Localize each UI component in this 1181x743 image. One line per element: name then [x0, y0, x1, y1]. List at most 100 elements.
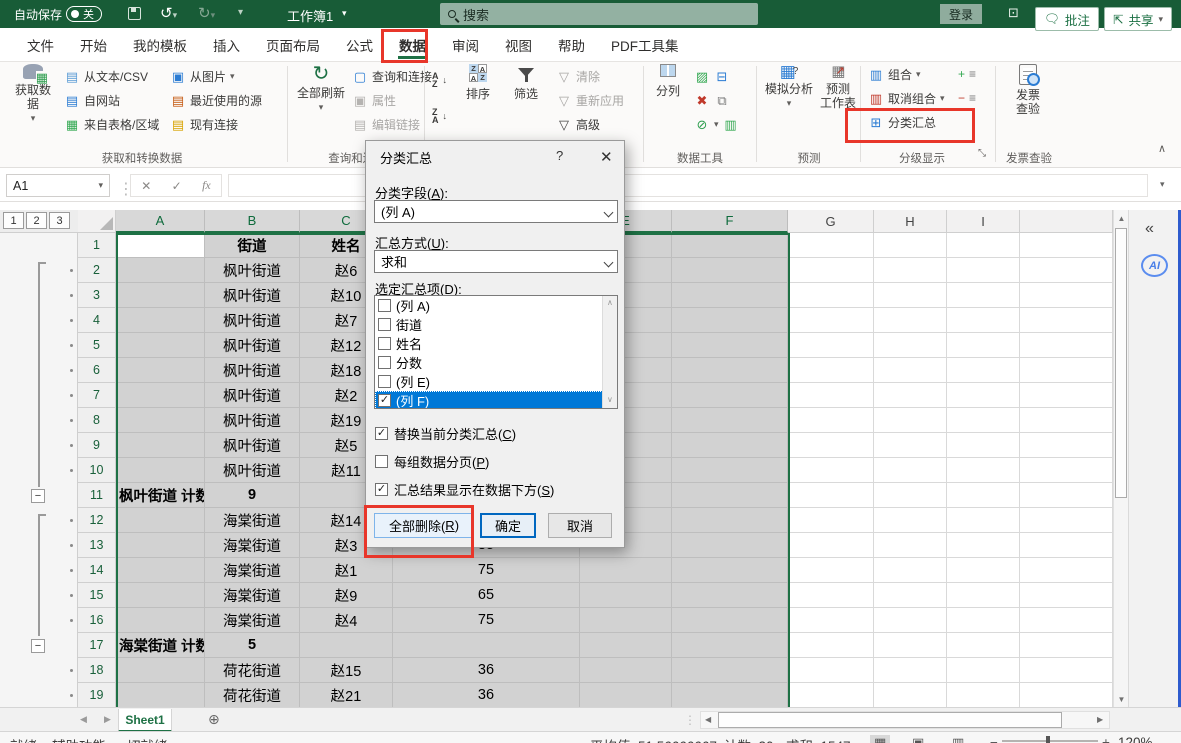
flash-fill-button[interactable]: ▨⊟: [694, 66, 730, 86]
collapse-group-1-button[interactable]: −: [31, 489, 45, 503]
cell-I9[interactable]: [947, 433, 1020, 458]
column-header-H[interactable]: H: [874, 210, 947, 233]
cell-G18[interactable]: [788, 658, 874, 683]
cell-1[interactable]: [1020, 233, 1113, 258]
cell-A3[interactable]: [116, 283, 205, 308]
row-header-11[interactable]: 11: [78, 483, 116, 508]
ok-button[interactable]: 确定: [480, 513, 536, 538]
cell-B4[interactable]: 枫叶街道: [205, 308, 300, 333]
cell-F2[interactable]: [672, 258, 788, 283]
listbox-scrollbar[interactable]: ∧ ∨: [602, 296, 617, 408]
zoom-slider[interactable]: [1002, 740, 1098, 742]
column-header-F[interactable]: F: [672, 210, 788, 233]
cell-E18[interactable]: [580, 658, 672, 683]
cell-A5[interactable]: [116, 333, 205, 358]
cell-A19[interactable]: [116, 683, 205, 707]
cell-C19[interactable]: 赵21: [300, 683, 393, 707]
cell-H1[interactable]: [874, 233, 947, 258]
cell-H8[interactable]: [874, 408, 947, 433]
cell-A12[interactable]: [116, 508, 205, 533]
subtotal-items-listbox[interactable]: (列 A)街道姓名分数(列 E)✓(列 F) ∧ ∨: [374, 295, 618, 409]
row-header-13[interactable]: 13: [78, 533, 116, 558]
horizontal-scroll-thumb[interactable]: [718, 712, 1062, 728]
checkbox-icon[interactable]: [378, 337, 391, 350]
tab-审阅[interactable]: 审阅: [439, 28, 492, 61]
select-all-corner[interactable]: [78, 210, 116, 233]
collapse-ribbon-icon[interactable]: ∧: [1158, 142, 1166, 155]
zoom-slider-thumb[interactable]: [1046, 736, 1050, 743]
existing-connections-button[interactable]: ▤现有连接: [170, 114, 238, 134]
cell-H11[interactable]: [874, 483, 947, 508]
cell-F14[interactable]: [672, 558, 788, 583]
zoom-in-icon[interactable]: +: [1102, 735, 1110, 743]
group-button[interactable]: ▥组合▾: [868, 64, 921, 84]
consolidate-icon[interactable]: ⧉: [714, 93, 730, 108]
outline-level-2[interactable]: 2: [26, 212, 47, 229]
cell-F15[interactable]: [672, 583, 788, 608]
zoom-level[interactable]: 120%: [1118, 735, 1153, 743]
queries-connections-button[interactable]: ▢查询和连接: [352, 66, 432, 86]
cell-E14[interactable]: [580, 558, 672, 583]
cell-I18[interactable]: [947, 658, 1020, 683]
collapse-group-2-button[interactable]: −: [31, 639, 45, 653]
checkbox-icon[interactable]: [375, 455, 388, 468]
cell-A15[interactable]: [116, 583, 205, 608]
row-header-1[interactable]: 1: [78, 233, 116, 258]
cell-I8[interactable]: [947, 408, 1020, 433]
row-header-15[interactable]: 15: [78, 583, 116, 608]
cell-B7[interactable]: 枫叶街道: [205, 383, 300, 408]
cell-G1[interactable]: [788, 233, 874, 258]
cell-E16[interactable]: [580, 608, 672, 633]
autosave-toggle[interactable]: 关: [66, 6, 102, 22]
cell-B10[interactable]: 枫叶街道: [205, 458, 300, 483]
tab-开始[interactable]: 开始: [67, 28, 120, 61]
cell-D16[interactable]: 75: [393, 608, 580, 633]
checkbox-icon[interactable]: ✓: [378, 394, 391, 407]
subtotal-item-(列 F)[interactable]: ✓(列 F): [375, 391, 617, 409]
new-sheet-icon[interactable]: ⊕: [208, 711, 220, 728]
row-header-19[interactable]: 19: [78, 683, 116, 707]
vertical-scroll-thumb[interactable]: [1115, 228, 1127, 498]
subtotal-item-(列 A)[interactable]: (列 A): [375, 296, 617, 315]
cell-F9[interactable]: [672, 433, 788, 458]
cell-H19[interactable]: [874, 683, 947, 707]
cell-13[interactable]: [1020, 533, 1113, 558]
cell-B5[interactable]: 枫叶街道: [205, 333, 300, 358]
zoom-out-icon[interactable]: −: [990, 735, 998, 743]
row-header-2[interactable]: 2: [78, 258, 116, 283]
save-icon[interactable]: [128, 7, 141, 20]
cell-F4[interactable]: [672, 308, 788, 333]
cell-10[interactable]: [1020, 458, 1113, 483]
cell-B17[interactable]: 5: [205, 633, 300, 658]
cell-B11[interactable]: 9: [205, 483, 300, 508]
row-header-16[interactable]: 16: [78, 608, 116, 633]
invoice-check-button[interactable]: 发票 查验: [1006, 64, 1050, 116]
cell-A8[interactable]: [116, 408, 205, 433]
sort-za-button[interactable]: ZA↓: [432, 106, 447, 126]
cell-I1[interactable]: [947, 233, 1020, 258]
cell-B9[interactable]: 枫叶街道: [205, 433, 300, 458]
cell-G12[interactable]: [788, 508, 874, 533]
cell-G13[interactable]: [788, 533, 874, 558]
cell-G9[interactable]: [788, 433, 874, 458]
cell-15[interactable]: [1020, 583, 1113, 608]
advanced-filter-button[interactable]: ▽高级: [556, 114, 600, 134]
column-header-A[interactable]: A: [116, 210, 205, 233]
cell-F6[interactable]: [672, 358, 788, 383]
cell-F11[interactable]: [672, 483, 788, 508]
column-header-blank[interactable]: [1020, 210, 1113, 233]
tab-视图[interactable]: 视图: [492, 28, 545, 61]
cell-H9[interactable]: [874, 433, 947, 458]
cell-F13[interactable]: [672, 533, 788, 558]
cell-A7[interactable]: [116, 383, 205, 408]
cell-4[interactable]: [1020, 308, 1113, 333]
cell-F1[interactable]: [672, 233, 788, 258]
cell-G8[interactable]: [788, 408, 874, 433]
cell-D18[interactable]: 36: [393, 658, 580, 683]
from-web-button[interactable]: ▤自网站: [64, 90, 120, 110]
scroll-down-icon[interactable]: ▼: [1114, 691, 1129, 707]
collapse-panel-icon[interactable]: «: [1145, 220, 1154, 238]
cancel-button[interactable]: 取消: [548, 513, 612, 538]
cell-8[interactable]: [1020, 408, 1113, 433]
scroll-left-icon[interactable]: ◀: [705, 715, 711, 724]
